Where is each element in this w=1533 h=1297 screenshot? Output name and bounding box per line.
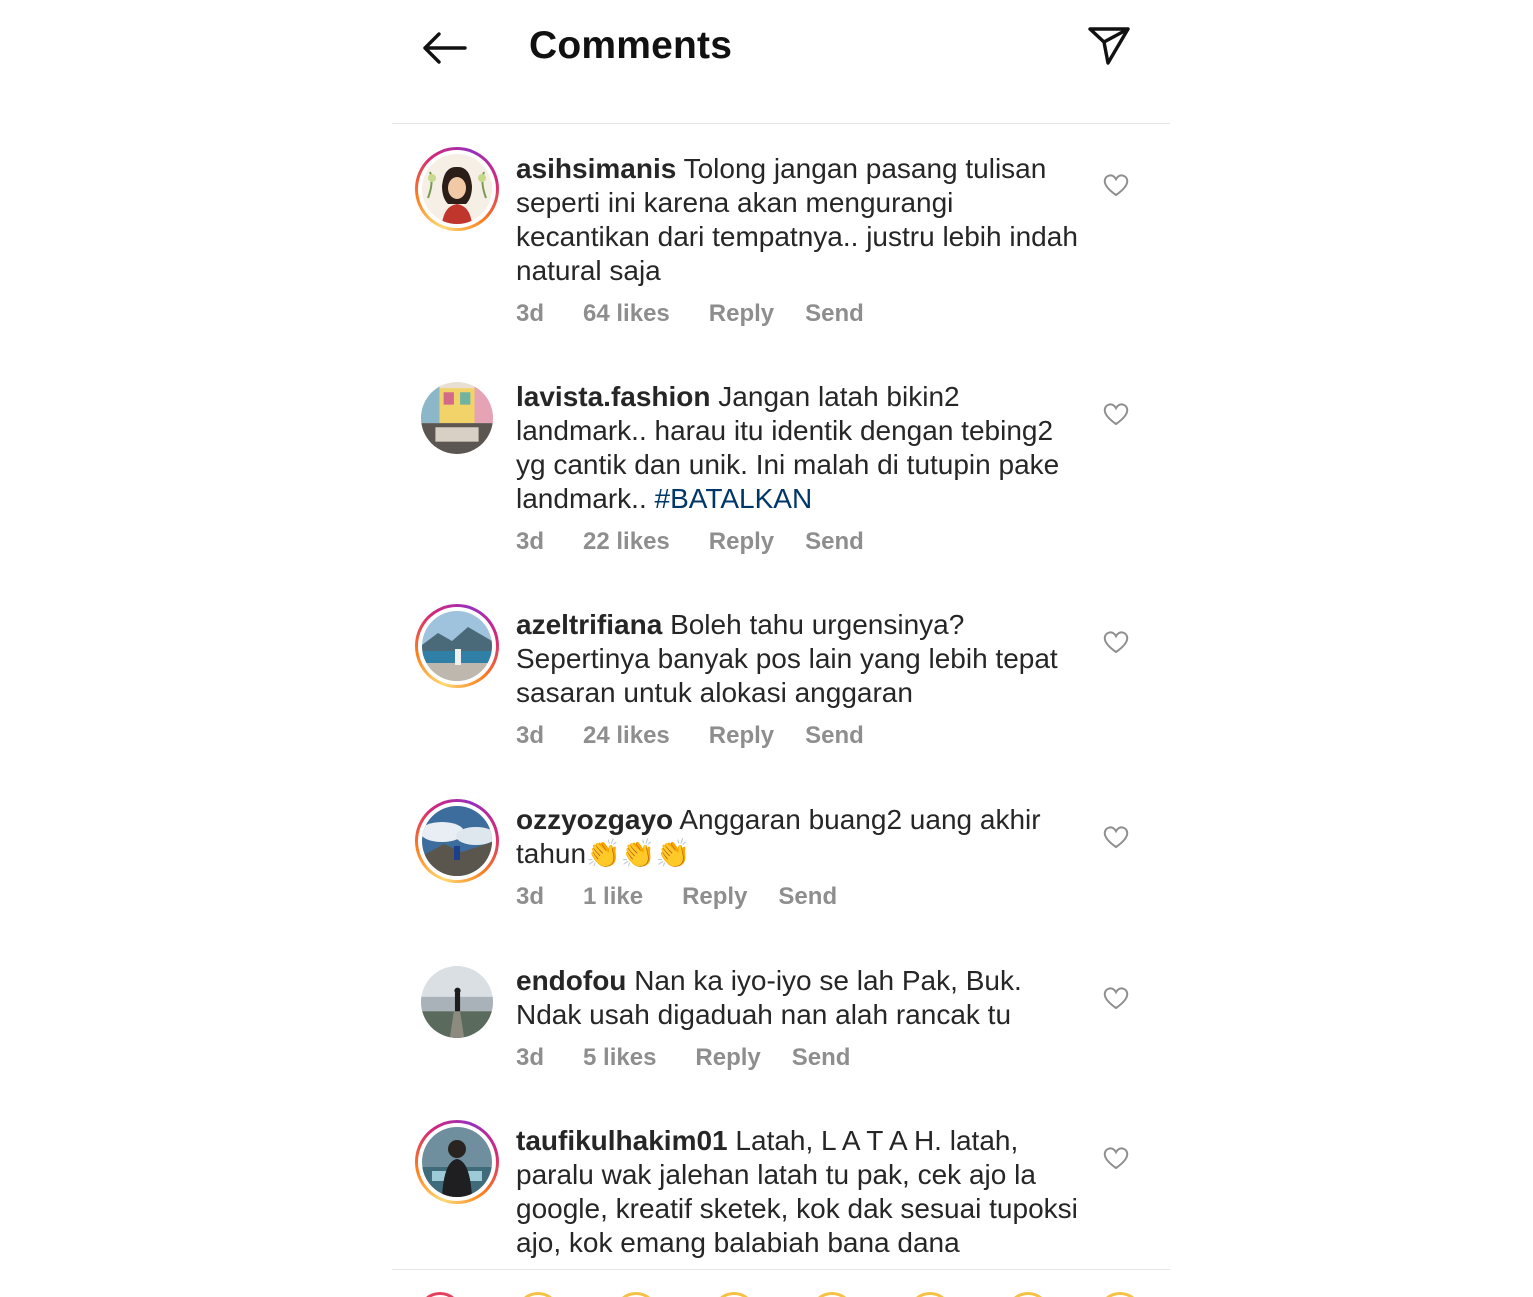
avatar [422, 154, 492, 224]
heart-icon [1103, 826, 1129, 849]
avatar [421, 966, 493, 1038]
reply-button[interactable]: Reply [709, 300, 774, 328]
like-button[interactable] [1102, 1145, 1130, 1171]
likes-count[interactable]: 64 likes [583, 300, 670, 328]
avatar-story-ring[interactable] [415, 147, 499, 231]
back-button[interactable] [418, 26, 470, 70]
avatar-story-ring[interactable] [415, 604, 499, 688]
send-button[interactable]: Send [805, 722, 864, 750]
likes-count[interactable]: 24 likes [583, 722, 670, 750]
heart-icon [1103, 174, 1129, 197]
avatar [422, 1127, 492, 1197]
emoji-reaction-icon[interactable] [712, 1292, 756, 1297]
comment-username[interactable]: azeltrifiana [516, 609, 662, 640]
avatar [421, 382, 493, 454]
comment-time: 3d [516, 722, 545, 749]
comment-username[interactable]: taufikulhakim01 [516, 1125, 728, 1156]
like-button[interactable] [1102, 629, 1130, 655]
heart-icon [1103, 987, 1129, 1010]
comment-meta: 3d 24 likes Reply Send [516, 722, 895, 750]
avatar-ring[interactable] [421, 382, 493, 454]
like-button[interactable] [1102, 401, 1130, 427]
comment-body: lavista.fashion Jangan latah bikin2 land… [516, 380, 1086, 516]
comment-username[interactable]: ozzyozgayo [516, 804, 673, 835]
emoji-reaction-icon[interactable] [1006, 1292, 1050, 1297]
comment-time: 3d [516, 883, 545, 910]
comment-body: endofou Nan ka iyo-iyo se lah Pak, Buk. … [516, 964, 1086, 1032]
like-button[interactable] [1102, 172, 1130, 198]
emoji-reaction-icon[interactable] [908, 1292, 952, 1297]
comment-time: 3d [516, 528, 545, 555]
top-bar: Comments [392, 0, 1170, 124]
comment-list[interactable]: asihsimanis Tolong jangan pasang tulisan… [392, 124, 1170, 1269]
comment-body: asihsimanis Tolong jangan pasang tulisan… [516, 152, 1086, 288]
send-button[interactable]: Send [805, 528, 864, 556]
reply-button[interactable]: Reply [695, 1044, 760, 1072]
emoji-reaction-icon[interactable] [516, 1292, 560, 1297]
likes-count[interactable]: 1 like [583, 883, 643, 911]
comment-body: azeltrifiana Boleh tahu urgensinya? Sepe… [516, 608, 1086, 710]
comment-username[interactable]: asihsimanis [516, 153, 676, 184]
paper-plane-icon [1088, 27, 1130, 65]
comment-meta: 3d 5 likes Reply Send [516, 1044, 881, 1072]
comment-body: ozzyozgayo Anggaran buang2 uang akhir ta… [516, 803, 1086, 871]
comment-body: taufikulhakim01 Latah, L A T A H. latah,… [516, 1124, 1086, 1260]
share-button[interactable] [1085, 22, 1133, 70]
page-title: Comments [529, 24, 733, 67]
emoji-reaction-icon[interactable] [614, 1292, 658, 1297]
reply-button[interactable]: Reply [682, 883, 747, 911]
send-button[interactable]: Send [792, 1044, 851, 1072]
emoji-reaction-icon[interactable] [418, 1292, 462, 1297]
avatar-story-ring[interactable] [415, 1120, 499, 1204]
comment-username[interactable]: endofou [516, 965, 626, 996]
emoji-reaction-icon[interactable] [810, 1292, 854, 1297]
avatar [422, 806, 492, 876]
heart-icon [1103, 631, 1129, 654]
heart-icon [1103, 1147, 1129, 1170]
comment-username[interactable]: lavista.fashion [516, 381, 711, 412]
comment-meta: 3d 64 likes Reply Send [516, 300, 895, 328]
avatar-ring[interactable] [421, 966, 493, 1038]
send-button[interactable]: Send [805, 300, 864, 328]
reply-button[interactable]: Reply [709, 722, 774, 750]
send-button[interactable]: Send [778, 883, 837, 911]
avatar [422, 611, 492, 681]
like-button[interactable] [1102, 824, 1130, 850]
emoji-quick-reactions[interactable] [392, 1270, 1170, 1297]
avatar-story-ring[interactable] [415, 799, 499, 883]
comment-meta: 3d 22 likes Reply Send [516, 528, 895, 556]
like-button[interactable] [1102, 985, 1130, 1011]
likes-count[interactable]: 5 likes [583, 1044, 656, 1072]
comment-time: 3d [516, 300, 545, 327]
likes-count[interactable]: 22 likes [583, 528, 670, 556]
comments-screen: Comments asihsimanis Tolong jangan pasan… [392, 0, 1170, 1297]
reply-button[interactable]: Reply [709, 528, 774, 556]
comment-hashtag-link[interactable]: #BATALKAN [655, 483, 813, 514]
comment-time: 3d [516, 1044, 545, 1071]
emoji-reaction-icon[interactable] [1098, 1292, 1142, 1297]
arrow-left-icon [423, 32, 467, 64]
comment-meta: 3d 1 like Reply Send [516, 883, 868, 911]
heart-icon [1103, 403, 1129, 426]
